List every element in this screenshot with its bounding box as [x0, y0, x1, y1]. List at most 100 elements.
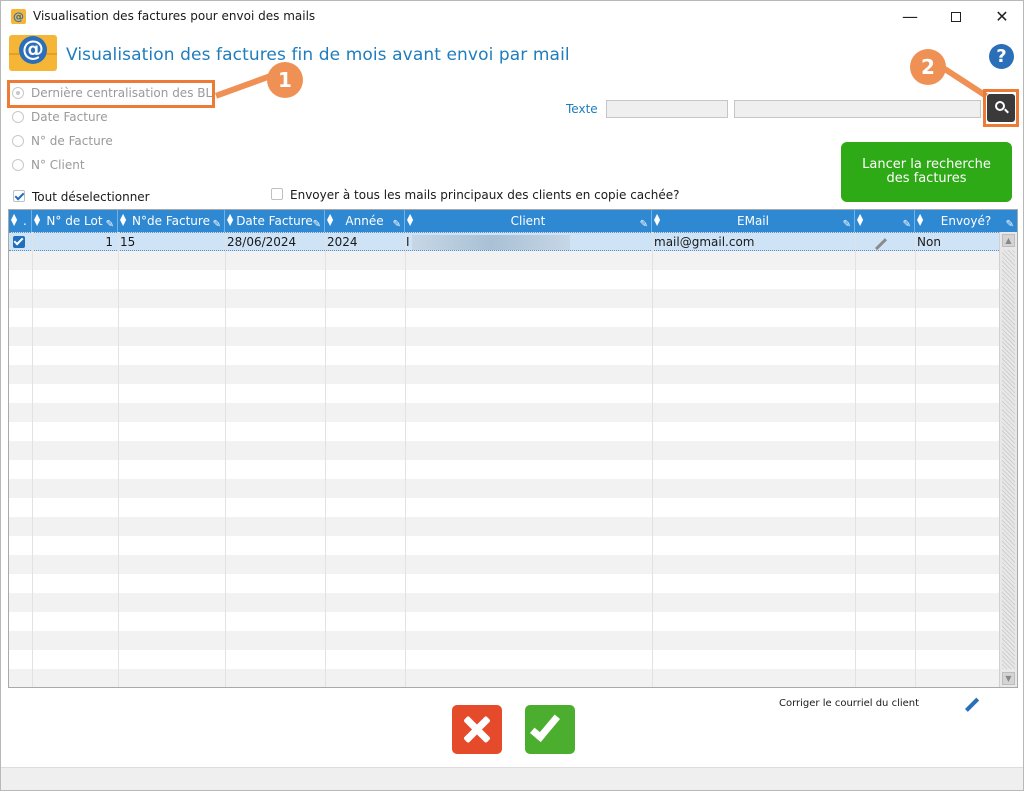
radio-icon	[12, 111, 24, 123]
col-header-lot[interactable]: ▲ ▼ N° de Lot ✎	[32, 210, 118, 232]
deselect-all-label: Tout déselectionner	[32, 190, 150, 204]
table-row	[9, 460, 999, 479]
table-row	[9, 270, 999, 289]
table-row	[9, 536, 999, 555]
col-header-edit[interactable]: ▲ ▼ ✎	[855, 210, 915, 232]
search-text-field-1[interactable]	[606, 100, 728, 118]
cancel-button[interactable]	[452, 705, 502, 754]
validate-button[interactable]	[525, 705, 575, 754]
sort-icon: ▲ ▼	[11, 212, 18, 227]
annotation-arrow-2	[937, 63, 988, 99]
window-title: Visualisation des factures pour envoi de…	[33, 9, 316, 23]
annotation-badge-1: 1	[267, 62, 303, 98]
at-sign-icon: @	[19, 36, 47, 64]
mail-envelope-icon: @	[9, 35, 57, 71]
col-header-date[interactable]: ▲ ▼ Date Facture ✎	[225, 210, 325, 232]
sort-icon: ▲ ▼	[227, 212, 234, 227]
deselect-all-checkbox[interactable]	[13, 190, 25, 202]
cell-client: I	[406, 235, 410, 249]
grid-vertical-scrollbar[interactable]: ▲ ▼	[999, 232, 1017, 687]
table-row	[9, 327, 999, 346]
table-row	[9, 669, 999, 687]
radio-icon	[12, 135, 24, 147]
table-row	[9, 479, 999, 498]
table-row	[9, 650, 999, 669]
page-title: Visualisation des factures fin de mois a…	[66, 45, 570, 65]
edit-email-pencil-button[interactable]	[961, 695, 983, 715]
table-row	[9, 631, 999, 650]
col-header-facture[interactable]: ▲ ▼ N°de Facture ✎	[118, 210, 225, 232]
sort-icon: ▲ ▼	[857, 212, 864, 227]
col-header-envoye[interactable]: ▲ ▼ Envoyé? ✎	[915, 210, 1017, 232]
col-header-label: Date Facture	[236, 214, 313, 228]
bcc-all-checkbox[interactable]	[271, 188, 283, 200]
radio-label: Date Facture	[31, 110, 108, 124]
table-row	[9, 289, 999, 308]
scroll-up-icon[interactable]: ▲	[1002, 234, 1015, 247]
edit-email-pencil-icon[interactable]	[875, 238, 888, 251]
cell-date: 28/06/2024	[227, 235, 297, 249]
column-divider	[225, 232, 226, 687]
sort-icon: ▲ ▼	[327, 212, 334, 227]
sort-icon: ▲ ▼	[917, 212, 924, 227]
table-row	[9, 384, 999, 403]
table-row	[9, 593, 999, 612]
status-bar	[1, 767, 1023, 790]
table-row[interactable]: 1 15 28/06/2024 2024 I mail@gmail.com No…	[9, 232, 999, 251]
table-row	[9, 612, 999, 631]
table-row	[9, 308, 999, 327]
annotation-arrow-1	[215, 72, 274, 99]
col-header-label: Client	[510, 214, 546, 228]
cell-lot: 1	[105, 235, 113, 249]
table-row	[9, 346, 999, 365]
col-header-label: N°de Facture	[132, 214, 210, 228]
column-divider	[915, 232, 916, 687]
annotation-highlight-1	[7, 80, 215, 108]
column-divider	[325, 232, 326, 687]
corriger-courriel-label: Corriger le courriel du client	[779, 698, 920, 709]
table-row	[9, 574, 999, 593]
client-redacted	[412, 235, 570, 250]
col-header-label: Année	[345, 214, 384, 228]
col-header-label: EMail	[737, 214, 769, 228]
col-header-select[interactable]: ▲ ▼ .	[9, 210, 32, 232]
texte-label: Texte	[566, 102, 598, 116]
scroll-down-icon[interactable]: ▼	[1002, 672, 1015, 685]
sort-icon: ▲ ▼	[34, 212, 41, 227]
bcc-all-label: Envoyer à tous les mails principaux des …	[290, 188, 680, 202]
scroll-track[interactable]	[1002, 250, 1015, 669]
table-row	[9, 441, 999, 460]
close-button[interactable]: ✕	[979, 1, 1024, 32]
column-divider	[32, 232, 33, 687]
launch-search-button[interactable]: Lancer la recherche des factures	[841, 142, 1012, 202]
table-row	[9, 422, 999, 441]
cell-envoye: Non	[917, 235, 941, 249]
column-divider	[855, 232, 856, 687]
col-header-client[interactable]: ▲ ▼ Client ✎	[405, 210, 652, 232]
sort-icon: ▲ ▼	[120, 212, 127, 227]
search-button[interactable]	[987, 94, 1015, 122]
radio-label: N° Client	[31, 158, 85, 172]
search-text-field-2[interactable]	[734, 100, 981, 118]
radio-label: N° de Facture	[31, 134, 113, 148]
pencil-icon	[965, 697, 980, 712]
col-header-label: N° de Lot	[46, 214, 103, 228]
cell-email: mail@gmail.com	[654, 235, 755, 249]
row-checkbox[interactable]	[13, 236, 25, 248]
app-mail-icon: @	[11, 9, 26, 24]
grid-header: ▲ ▼ . ▲ ▼ N° de Lot ✎ ▲ ▼ N°de Facture ✎ ▲ ▼…	[9, 210, 1017, 232]
minimize-button[interactable]: —	[887, 1, 933, 32]
col-header-annee[interactable]: ▲ ▼ Année ✎	[325, 210, 405, 232]
cell-annee: 2024	[327, 235, 358, 249]
grid-body: 1 15 28/06/2024 2024 I mail@gmail.com No…	[9, 232, 999, 687]
table-row	[9, 498, 999, 517]
search-icon-handle	[1004, 108, 1009, 114]
help-icon[interactable]: ?	[989, 44, 1014, 69]
col-header-email[interactable]: ▲ ▼ EMail ✎	[652, 210, 855, 232]
check-icon	[529, 710, 561, 742]
sort-icon: ▲ ▼	[407, 212, 414, 227]
maximize-button[interactable]	[933, 1, 979, 32]
sort-icon: ▲ ▼	[654, 212, 661, 227]
column-divider	[405, 232, 406, 687]
table-row	[9, 365, 999, 384]
